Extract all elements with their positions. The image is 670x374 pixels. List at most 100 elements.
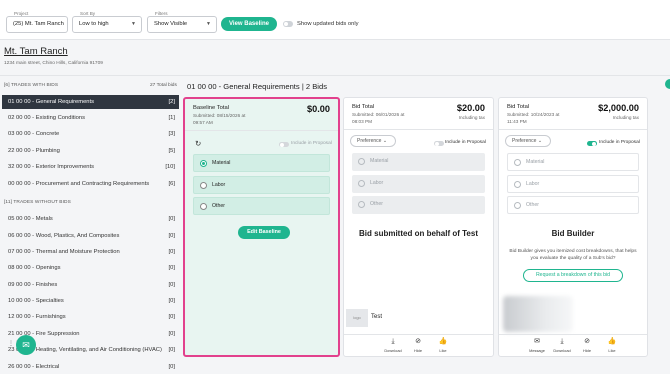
trade-item-exterior-improvements[interactable]: 32 00 00 - Exterior Improvements [10] bbox=[2, 160, 179, 174]
trade-label: 32 00 00 - Exterior Improvements bbox=[8, 164, 95, 170]
radio bbox=[514, 181, 521, 188]
sort-select[interactable]: Sort By Low to high ▼ bbox=[72, 11, 142, 33]
side-panel-handle[interactable] bbox=[665, 79, 670, 89]
like-icon: 👍 bbox=[607, 338, 617, 345]
hide-button[interactable]: ⊘ Hide bbox=[406, 338, 430, 353]
trade-label: 05 00 00 - Metals bbox=[8, 216, 53, 222]
filter-select-label: Filters bbox=[153, 11, 170, 16]
project-select-label: Project bbox=[12, 11, 31, 16]
radio bbox=[200, 203, 207, 210]
option-label: Other bbox=[370, 201, 383, 207]
bid-tax-note: Including tax bbox=[612, 115, 639, 120]
card-divider bbox=[344, 334, 493, 335]
sort-select-label: Sort By bbox=[78, 11, 98, 16]
chat-button[interactable]: ✉ bbox=[16, 335, 36, 355]
filter-select[interactable]: Filters Show Visible ▼ bbox=[147, 11, 217, 33]
card-divider bbox=[499, 129, 647, 130]
card-divider bbox=[344, 129, 493, 130]
option-other[interactable]: Other bbox=[193, 197, 330, 215]
message-icon: ✉ bbox=[534, 338, 540, 345]
option-material[interactable]: Material bbox=[193, 154, 330, 172]
bid-include-toggle[interactable] bbox=[587, 141, 597, 146]
view-baseline-button[interactable]: View Baseline bbox=[221, 17, 277, 31]
baseline-amount: $0.00 bbox=[307, 104, 330, 114]
radio bbox=[358, 201, 365, 208]
submitted-time: 09:57 AM bbox=[193, 119, 213, 125]
message-button[interactable]: ✉ Message bbox=[525, 338, 549, 353]
trade-item-wood-plastics[interactable]: 06 00 00 - Wood, Plastics, And Composite… bbox=[2, 229, 179, 243]
preference-dropdown[interactable]: Preference ⌄ bbox=[505, 135, 551, 147]
option-label: Material bbox=[212, 160, 231, 166]
trade-count: [0] bbox=[168, 331, 175, 337]
option-label: Labor bbox=[370, 180, 384, 186]
filter-select-value: Show Visible bbox=[154, 21, 188, 27]
trade-label: 06 00 00 - Wood, Plastics, And Composite… bbox=[8, 233, 120, 239]
hide-button[interactable]: ⊘ Hide bbox=[575, 338, 599, 353]
trade-item-plumbing[interactable]: 22 00 00 - Plumbing [5] bbox=[2, 144, 179, 158]
trade-count: [1] bbox=[168, 115, 175, 121]
option-labor[interactable]: Labor bbox=[507, 175, 639, 193]
option-other[interactable]: Other bbox=[507, 196, 639, 214]
trade-item-specialties[interactable]: 10 00 00 - Specialties [0] bbox=[2, 294, 179, 308]
bid-card: Bid Total $2,000.00 Submitted: 10/24/202… bbox=[498, 97, 648, 357]
radio bbox=[358, 158, 365, 165]
trade-item-openings[interactable]: 08 00 00 - Openings [0] bbox=[2, 261, 179, 275]
like-button[interactable]: 👍 Like bbox=[431, 338, 455, 353]
request-breakdown-button[interactable]: Request a breakdown of this bid bbox=[523, 269, 623, 282]
refresh-icon[interactable]: ↻ bbox=[195, 139, 201, 148]
option-label: Other bbox=[526, 202, 539, 208]
radio bbox=[514, 159, 521, 166]
action-label: Hide bbox=[582, 348, 591, 353]
chevron-down-icon: ▼ bbox=[131, 21, 136, 27]
trade-item-general-requirements[interactable]: 01 00 00 - General Requirements [2] bbox=[2, 95, 179, 109]
trade-item-procurement[interactable]: 00 00 00 - Procurement and Contracting R… bbox=[2, 177, 179, 191]
trade-label: 21 00 00 - Fire Suppression bbox=[8, 331, 80, 337]
bid-include-toggle[interactable] bbox=[434, 141, 444, 146]
trades-without-bids-header: [11] TRADES WITHOUT BIDS bbox=[4, 200, 71, 205]
download-button[interactable]: ⤓ Download bbox=[381, 338, 405, 353]
trade-count: [0] bbox=[168, 347, 175, 353]
hide-icon: ⊘ bbox=[584, 338, 590, 345]
bid-include-label: Include in Proposal bbox=[599, 140, 640, 145]
trade-item-finishes[interactable]: 09 00 00 - Finishes [0] bbox=[2, 278, 179, 292]
hide-icon: ⊘ bbox=[415, 338, 421, 345]
submitted-date: Submitted: 08/15/2026 at bbox=[193, 113, 246, 118]
project-title[interactable]: Mt. Tam Ranch bbox=[4, 46, 68, 57]
like-icon: 👍 bbox=[438, 338, 448, 345]
submitted-date: Submitted: 10/24/2023 at bbox=[507, 112, 560, 117]
trade-label: 01 00 00 - General Requirements bbox=[8, 99, 95, 105]
option-labor[interactable]: Labor bbox=[352, 175, 485, 193]
option-label: Material bbox=[526, 159, 545, 165]
trade-item-metals[interactable]: 05 00 00 - Metals [0] bbox=[2, 212, 179, 226]
bid-include-label: Include in Proposal bbox=[445, 140, 486, 145]
trade-item-furnishings[interactable]: 12 00 00 - Furnishings [0] bbox=[2, 310, 179, 324]
updated-bids-toggle[interactable] bbox=[283, 21, 293, 27]
download-icon: ⤓ bbox=[560, 338, 564, 345]
trade-count: [0] bbox=[168, 216, 175, 222]
option-other[interactable]: Other bbox=[352, 196, 485, 214]
baseline-include-toggle[interactable] bbox=[279, 142, 289, 147]
bidder-name[interactable]: Test bbox=[371, 314, 382, 320]
trade-label: 02 00 00 - Existing Conditions bbox=[8, 115, 86, 121]
trade-item-concrete[interactable]: 03 00 00 - Concrete [3] bbox=[2, 127, 179, 141]
bid-amount: $20.00 bbox=[456, 103, 485, 113]
action-label: Download bbox=[384, 348, 402, 353]
bid-card: Bid Total $20.00 Submitted: 06/01/2026 a… bbox=[343, 97, 494, 357]
download-button[interactable]: ⤓ Download bbox=[550, 338, 574, 353]
option-material[interactable]: Material bbox=[352, 153, 485, 171]
trade-count: [3] bbox=[168, 131, 175, 137]
preference-dropdown[interactable]: Preference ⌄ bbox=[350, 135, 396, 147]
trade-label: 09 00 00 - Finishes bbox=[8, 282, 58, 288]
option-material[interactable]: Material bbox=[507, 153, 639, 171]
edit-baseline-button[interactable]: Edit Baseline bbox=[238, 226, 290, 239]
preference-label: Preference bbox=[512, 138, 537, 144]
trade-label: 08 00 00 - Openings bbox=[8, 265, 61, 271]
like-button[interactable]: 👍 Like bbox=[600, 338, 624, 353]
option-label: Labor bbox=[212, 182, 226, 188]
header-divider bbox=[0, 75, 670, 76]
project-select[interactable]: Project (25) Mt. Tam Ranch bbox=[6, 11, 68, 33]
trade-item-existing-conditions[interactable]: 02 00 00 - Existing Conditions [1] bbox=[2, 111, 179, 125]
trade-item-thermal-moisture[interactable]: 07 00 00 - Thermal and Moisture Protecti… bbox=[2, 245, 179, 259]
action-label: Like bbox=[439, 348, 447, 353]
option-labor[interactable]: Labor bbox=[193, 176, 330, 194]
